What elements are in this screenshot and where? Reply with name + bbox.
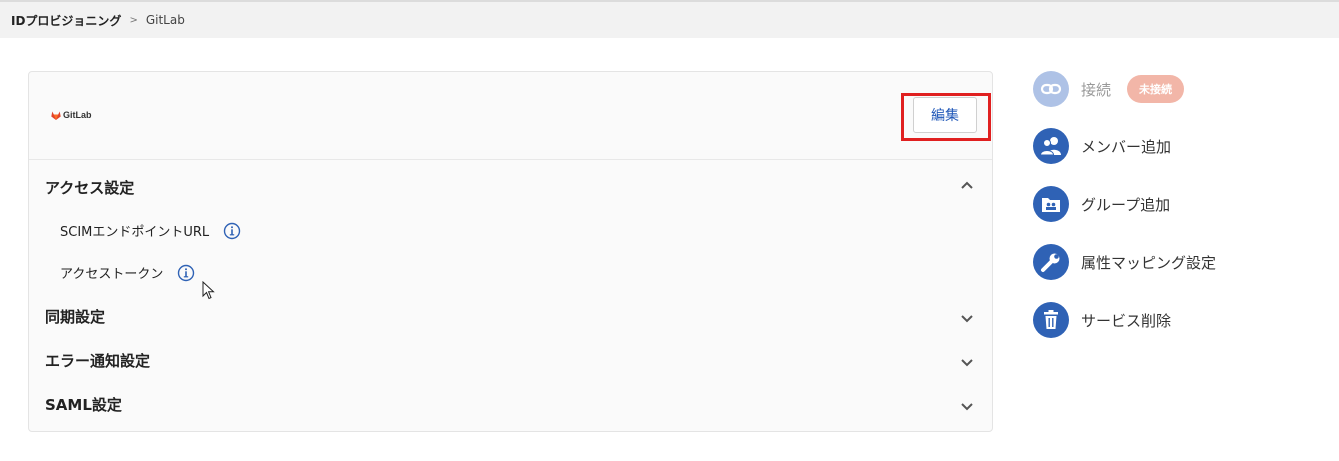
trash-icon [1033, 302, 1069, 338]
status-badge: 未接続 [1127, 75, 1185, 103]
sidebar-item-connect[interactable]: 接続 未接続 [1033, 71, 1185, 107]
gitlab-fox-icon [51, 111, 61, 120]
scim-endpoint-url-item: SCIMエンドポイントURL [60, 221, 241, 240]
sidebar-item-add-member-label: メンバー追加 [1081, 137, 1172, 156]
link-icon [1033, 71, 1069, 107]
info-icon[interactable] [177, 264, 195, 282]
chevron-up-icon[interactable] [959, 178, 975, 194]
users-icon [1033, 128, 1069, 164]
access-token-item: アクセストークン [60, 263, 195, 282]
breadcrumb: IDプロビジョニング > GitLab [0, 0, 1339, 38]
scim-endpoint-url-label: SCIMエンドポイントURL [60, 225, 210, 240]
section-access-settings[interactable]: アクセス設定 [45, 177, 134, 198]
section-error-notification-settings[interactable]: エラー通知設定 [45, 350, 150, 371]
sidebar-item-add-group-label: グループ追加 [1081, 195, 1171, 214]
service-settings-card: GitLab 編集 アクセス設定 SCIMエンドポイントURL アクセストークン… [28, 71, 993, 432]
sidebar-item-delete-service-label: サービス削除 [1081, 311, 1172, 330]
breadcrumb-root[interactable]: IDプロビジョニング [11, 12, 121, 29]
sidebar-item-add-member[interactable]: メンバー追加 [1033, 128, 1171, 164]
sidebar-item-add-group[interactable]: グループ追加 [1033, 186, 1170, 222]
access-token-label: アクセストークン [60, 267, 164, 282]
edit-button[interactable]: 編集 [913, 97, 977, 133]
gitlab-logo: GitLab [51, 110, 92, 120]
mouse-cursor-icon [202, 281, 215, 300]
group-folder-icon [1033, 186, 1069, 222]
logo-text: GitLab [63, 110, 92, 120]
sidebar-item-attribute-mapping-label: 属性マッピング設定 [1081, 253, 1217, 272]
info-icon[interactable] [223, 222, 241, 240]
wrench-icon [1033, 244, 1069, 280]
sidebar-item-attribute-mapping[interactable]: 属性マッピング設定 [1033, 244, 1216, 280]
sidebar-item-connect-label: 接続 [1081, 80, 1112, 99]
breadcrumb-separator: > [129, 14, 138, 26]
chevron-down-icon[interactable] [959, 310, 975, 326]
chevron-down-icon[interactable] [959, 354, 975, 370]
section-sync-settings[interactable]: 同期設定 [45, 306, 105, 327]
sidebar-item-delete-service[interactable]: サービス削除 [1033, 302, 1171, 338]
chevron-down-icon[interactable] [959, 398, 975, 414]
section-saml-settings[interactable]: SAML設定 [45, 394, 122, 415]
breadcrumb-current: GitLab [145, 13, 185, 27]
card-header: GitLab 編集 [29, 72, 992, 160]
